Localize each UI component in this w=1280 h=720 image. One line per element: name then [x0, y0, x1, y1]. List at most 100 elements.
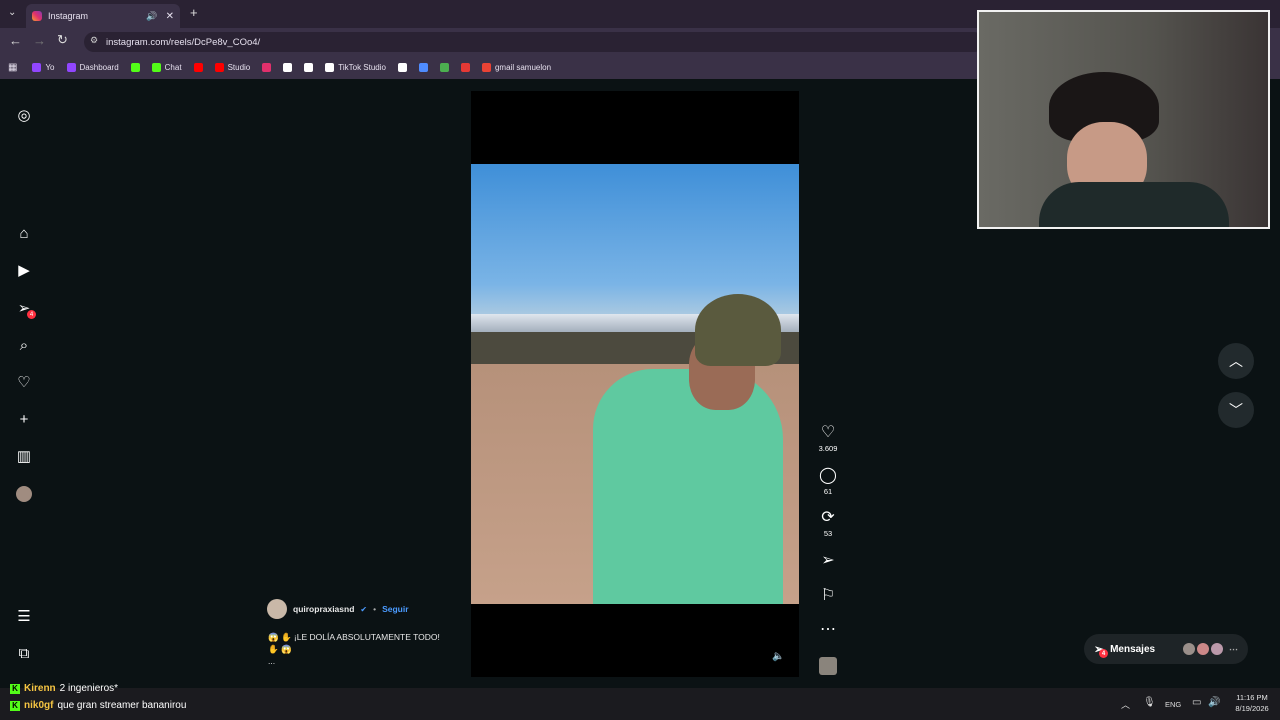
bookmark-label: Yo: [45, 62, 55, 72]
search-icon[interactable]: ⌕: [13, 334, 35, 356]
microphone-icon[interactable]: 🎙: [1143, 697, 1156, 708]
tab-title: Instagram: [48, 11, 89, 21]
bookmark-item[interactable]: [280, 62, 295, 72]
bookmark-item[interactable]: [191, 62, 206, 72]
comment-button[interactable]: ◯ 61: [815, 467, 841, 496]
notification-badge: 4: [27, 310, 36, 319]
bookmark-item[interactable]: Dashboard: [64, 62, 122, 72]
bookmark-favicon-icon: [151, 62, 161, 72]
bookmark-item[interactable]: [437, 62, 452, 72]
tray-overflow-icon[interactable]: ︿: [1121, 698, 1130, 711]
create-icon[interactable]: +: [13, 408, 35, 430]
bookmark-favicon-icon: [283, 62, 293, 72]
bookmark-favicon-icon: [66, 62, 76, 72]
caption-more[interactable]: ...: [268, 655, 458, 667]
windows-taskbar: ︿ 🎙 ENG ▭ 🔊: [0, 688, 1280, 720]
bookmark-item[interactable]: [128, 62, 143, 72]
follow-button[interactable]: Seguir: [382, 604, 408, 614]
bookmark-item[interactable]: TikTok Studio: [322, 62, 389, 72]
new-tab-icon[interactable]: +: [190, 5, 198, 20]
clock-date: 8/19/2026: [1235, 704, 1269, 713]
save-button[interactable]: ⚐: [815, 587, 841, 605]
bookmark-item[interactable]: [395, 62, 410, 72]
volume-icon[interactable]: 🔊: [1208, 697, 1220, 708]
share-icon: ➢: [821, 552, 835, 569]
next-reel-button[interactable]: ﹀: [1218, 392, 1254, 428]
chevron-up-icon: ︿: [1229, 353, 1243, 369]
more-options-button[interactable]: ⋯: [815, 621, 841, 639]
comment-count: 61: [823, 487, 833, 496]
forward-icon[interactable]: →: [33, 33, 46, 48]
bookmark-item[interactable]: [458, 62, 473, 72]
also-from-meta-icon[interactable]: ⧉: [13, 642, 35, 664]
previous-reel-button[interactable]: ︿: [1218, 343, 1254, 379]
author-username[interactable]: quiropraxiasnd: [293, 604, 354, 614]
comment-icon: ◯: [819, 467, 837, 484]
author-avatar[interactable]: [267, 599, 287, 619]
chat-username: Kirenn: [24, 683, 56, 694]
bookmark-item[interactable]: Chat: [149, 62, 185, 72]
messages-icon: ➢ 4: [1094, 642, 1109, 658]
bookmark-label: Dashboard: [79, 62, 119, 72]
taskbar-clock[interactable]: 11:16 PM 8/19/2026: [1226, 692, 1278, 714]
url-field[interactable]: ⚙ instagram.com/reels/DcPe8v_COo4/: [84, 32, 984, 52]
more-dots-icon: ⋯: [1229, 643, 1238, 654]
like-count: 3.609: [818, 444, 838, 453]
browser-tab[interactable]: Instagram 🔊 ✕: [26, 4, 180, 28]
heart-icon: ♡: [820, 424, 836, 441]
chat-message: que gran streamer bananirou: [57, 700, 187, 711]
apps-grid-icon[interactable]: ▦: [8, 62, 17, 73]
bookmark-item[interactable]: gmail samuelon: [479, 62, 554, 72]
network-icon[interactable]: ▭: [1192, 697, 1201, 708]
bookmark-favicon-icon: [418, 62, 428, 72]
bookmark-favicon-icon: [214, 62, 224, 72]
messages-badge: 4: [1099, 649, 1109, 658]
conversation-avatar: [1211, 643, 1223, 655]
bookmark-item[interactable]: [416, 62, 431, 72]
stream-chat-line: K Kirenn 2 ingenieros*: [10, 683, 118, 694]
reels-icon[interactable]: ▶: [13, 259, 35, 281]
back-icon[interactable]: ←: [9, 33, 22, 48]
bookmark-item[interactable]: [301, 62, 316, 72]
messages-label: Mensajes: [1110, 643, 1156, 655]
reel-caption: 😱 ✋ ¡LE DOLÍA ABSOLUTAMENTE TODO! ✋ 😱 ..…: [268, 631, 458, 667]
instagram-logo-icon[interactable]: ◎: [13, 104, 35, 126]
tab-search-chevron-icon[interactable]: ⌄: [8, 7, 16, 18]
more-menu-icon[interactable]: ☰: [13, 605, 35, 627]
direct-messages-icon[interactable]: ➢ 4: [13, 297, 36, 319]
home-icon[interactable]: ⌂: [13, 222, 35, 244]
messages-button[interactable]: ➢ 4 Mensajes ⋯: [1084, 634, 1248, 664]
tab-audio-icon[interactable]: 🔊: [146, 11, 157, 22]
reload-icon[interactable]: ↻: [57, 32, 68, 48]
like-button[interactable]: ♡ 3.609: [815, 424, 841, 453]
bookmark-favicon-icon: [460, 62, 470, 72]
stream-chat-line: K nik0gf que gran streamer bananirou: [10, 700, 186, 711]
language-indicator[interactable]: ENG: [1165, 700, 1181, 709]
tab-close-icon[interactable]: ✕: [166, 11, 174, 22]
chevron-down-icon: ﹀: [1229, 402, 1243, 418]
bookmark-label: TikTok Studio: [338, 62, 386, 72]
url-text: instagram.com/reels/DcPe8v_COo4/: [106, 36, 261, 48]
bookmark-favicon-icon: [262, 62, 272, 72]
bookmark-favicon-icon: [481, 62, 491, 72]
site-info-icon[interactable]: ⚙: [90, 35, 98, 46]
dashboard-icon[interactable]: ▥: [13, 445, 35, 467]
repost-icon: ⟳: [821, 509, 835, 526]
bookmark-label: Chat: [164, 62, 182, 72]
bookmark-item[interactable]: [259, 62, 274, 72]
reel-video[interactable]: 🔈: [471, 91, 799, 677]
bookmark-list: Yo Dashboard Chat Studio TikTok Studio gmail …: [29, 62, 554, 72]
audio-thumbnail[interactable]: [819, 657, 837, 675]
share-button[interactable]: ➢: [815, 552, 841, 570]
notifications-heart-icon[interactable]: ♡: [13, 371, 35, 393]
profile-avatar[interactable]: [13, 483, 35, 505]
bookmark-icon: ⚐: [820, 587, 836, 604]
chat-username: nik0gf: [24, 700, 54, 711]
mute-icon[interactable]: 🔈: [772, 651, 784, 662]
repost-button[interactable]: ⟳ 53: [815, 509, 841, 538]
clock-time: 11:16 PM: [1236, 693, 1268, 702]
verified-badge-icon: ✔: [360, 604, 368, 614]
bookmark-item[interactable]: Studio: [212, 62, 254, 72]
bookmark-item[interactable]: Yo: [29, 62, 57, 72]
more-dots-icon: ⋯: [820, 621, 836, 638]
